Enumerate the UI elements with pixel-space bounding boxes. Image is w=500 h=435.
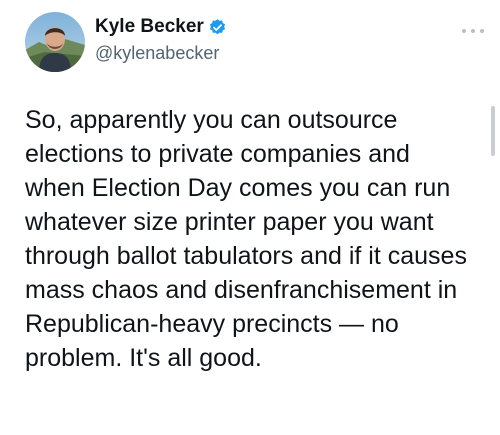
avatar[interactable] [25,12,85,72]
more-dot [462,29,466,33]
tweet-text: So, apparently you can outsource electio… [25,106,467,372]
author-name-row: Kyle Becker [95,16,227,39]
author-handle[interactable]: @kylenabecker [95,43,227,65]
verified-badge-icon [208,18,227,37]
more-dot [471,29,475,33]
more-dot [480,29,484,33]
author-display-name[interactable]: Kyle Becker [95,16,204,39]
scrollbar[interactable] [491,106,495,156]
profile-photo-icon [25,12,85,72]
tweet-card: Kyle Becker @kylenabecker So, apparently… [0,0,500,435]
more-options-icon[interactable] [462,26,484,36]
author-info: Kyle Becker @kylenabecker [95,16,227,64]
